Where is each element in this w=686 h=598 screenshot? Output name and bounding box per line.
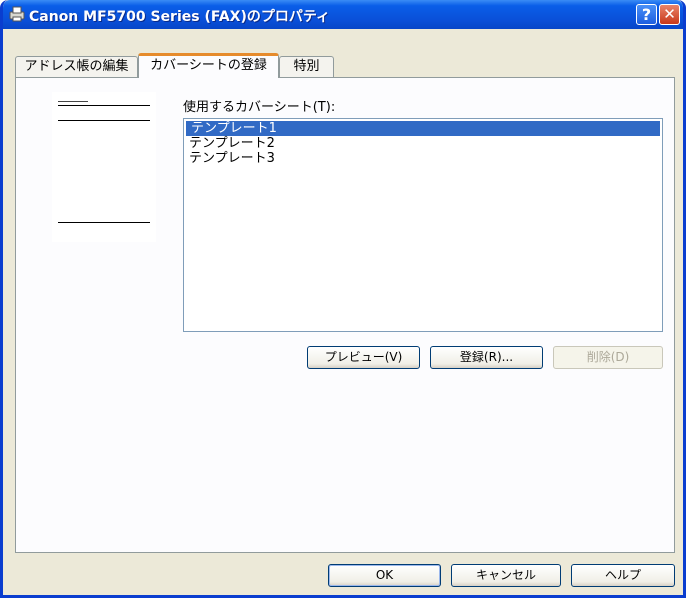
close-button[interactable]: ✕ [659,4,680,25]
cover-sheet-list-label: 使用するカバーシート(T): [183,100,336,115]
printer-icon [9,6,25,22]
preview-rule [58,120,150,121]
preview-rule [58,105,150,106]
title-bar[interactable]: Canon MF5700 Series (FAX)のプロパティ ? ✕ [3,0,683,29]
list-item[interactable]: テンプレート1 [186,121,660,136]
help-title-button[interactable]: ? [636,4,657,25]
list-item[interactable]: テンプレート2 [184,136,662,151]
tab-address-book[interactable]: アドレス帳の編集 [15,56,138,77]
preview-button[interactable]: プレビュー(V) [307,346,420,369]
help-button[interactable]: ヘルプ [571,564,675,587]
window-title: Canon MF5700 Series (FAX)のプロパティ [29,9,331,25]
cancel-button[interactable]: キャンセル [451,564,561,587]
tab-cover-sheet[interactable]: カバーシートの登録 [138,53,279,78]
register-button[interactable]: 登録(R)... [430,346,543,369]
tab-special[interactable]: 特別 [279,56,334,77]
preview-rule [58,222,150,223]
cover-sheet-panel: 使用するカバーシート(T): テンプレート1 テンプレート2 テンプレート3 プ… [15,77,675,553]
ok-button[interactable]: OK [328,564,441,587]
cover-preview-thumbnail [52,92,156,242]
cover-sheet-listbox[interactable]: テンプレート1 テンプレート2 テンプレート3 [183,118,663,332]
delete-button[interactable]: 削除(D) [553,346,663,369]
properties-dialog: Canon MF5700 Series (FAX)のプロパティ ? ✕ アドレス… [0,0,686,598]
list-item[interactable]: テンプレート3 [184,151,662,166]
preview-header-mark [58,101,88,102]
